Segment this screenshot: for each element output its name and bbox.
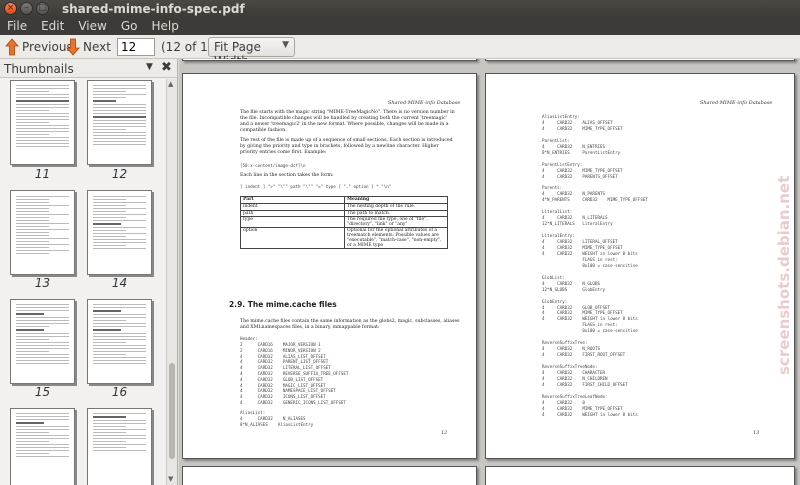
- thumbnail-page-11[interactable]: [10, 80, 75, 165]
- menu-go[interactable]: Go: [114, 18, 145, 35]
- chevron-down-icon: ▼: [282, 40, 289, 50]
- next-button[interactable]: Next: [66, 37, 111, 57]
- page-number: 13: [753, 430, 760, 436]
- scrollbar-thumb[interactable]: [169, 363, 175, 459]
- code-form: [ indent ] ">" "\"" path "\"" "=" type […: [240, 184, 392, 189]
- page-number: 12: [441, 430, 448, 436]
- thumbnail-list[interactable]: 11 12 13 14 15 16: [0, 79, 166, 485]
- thumbnail-label: 11: [34, 167, 51, 181]
- table-cell: The required file type, one of "file", "…: [344, 216, 448, 229]
- document-view[interactable]: Shared MIME-info Database The file start…: [179, 59, 800, 485]
- table-row: option Optional for the optional attribu…: [240, 227, 448, 250]
- menu-edit[interactable]: Edit: [34, 18, 71, 35]
- table-header-cell: Part: [240, 196, 345, 204]
- thumbnail-label: 16: [111, 385, 128, 399]
- menu-file[interactable]: File: [0, 18, 34, 35]
- code-example: [50:x-content/image-dcf]\n: [240, 163, 306, 168]
- pdf-page-13: Shared MIME-info Database AliasListEntry…: [485, 73, 795, 459]
- struct-definitions: AliasListEntry: 4 CARD32 ALIAS_OFFSET 4 …: [542, 114, 648, 417]
- header-struct-lines: 2 CARD16 MAJOR_VERSION 1 2 CARD16 MINOR_…: [240, 342, 349, 405]
- paragraph: Each line in the section takes the form:: [240, 173, 334, 178]
- spec-table: Part Meaning indent The nesting depth of…: [240, 196, 448, 250]
- sidebar-title[interactable]: Thumbnails: [4, 62, 74, 76]
- table-cell: type: [240, 216, 345, 229]
- page-header: Shared MIME-info Database: [700, 100, 773, 106]
- menu-view[interactable]: View: [71, 18, 113, 35]
- alias-struct-lines: 4 CARD32 N_ALIASES 8*N_ALIASES AliasList…: [240, 416, 314, 427]
- paragraph: The file starts with the magic string "M…: [240, 110, 455, 133]
- previous-button[interactable]: Previous: [5, 37, 73, 57]
- close-window-button[interactable]: ×: [4, 2, 17, 15]
- maximize-window-button[interactable]: □: [36, 2, 49, 15]
- section-title: 2.9. The mime.cache files: [229, 300, 337, 309]
- table-cell: option: [240, 227, 345, 250]
- sidebar-dropdown-icon[interactable]: ▼: [146, 62, 153, 72]
- thumbnail-label: 14: [111, 276, 128, 290]
- minimize-window-button[interactable]: –: [20, 2, 33, 15]
- table-header-row: Part Meaning: [240, 196, 448, 204]
- watermark-text: screenshots.debian.net: [775, 176, 793, 375]
- arrow-down-icon: [66, 38, 80, 56]
- zoom-select[interactable]: Fit Page Width ▼: [208, 37, 295, 68]
- window-title: shared-mime-info-spec.pdf: [62, 2, 245, 16]
- paragraph: The mime.cache files contain the same in…: [240, 319, 460, 330]
- table-row: indent The nesting depth of the rule.: [240, 202, 448, 211]
- page-12-sliver: [485, 59, 795, 61]
- table-cell: path: [240, 209, 345, 218]
- table-header-cell: Meaning: [344, 196, 448, 204]
- table-cell: The nesting depth of the rule.: [344, 202, 448, 211]
- page-13-preview: [182, 466, 477, 485]
- page-11-sliver: [182, 59, 477, 61]
- watermark: screenshots.debian.net: [774, 80, 796, 380]
- sidebar-header: Thumbnails ▼ ✖: [0, 59, 177, 78]
- table-cell: Optional for the optional attributes of …: [344, 227, 448, 250]
- sidebar-scrollbar[interactable]: ▲ ▼: [166, 79, 177, 485]
- thumbnail-page-14[interactable]: [87, 190, 152, 275]
- header-label: Header:: [240, 336, 258, 341]
- thumbnail-label: 12: [111, 167, 128, 181]
- table-row: path The path to match.: [240, 209, 448, 218]
- window-titlebar: × – □ shared-mime-info-spec.pdf: [0, 0, 800, 18]
- thumbnail-label: 15: [34, 385, 51, 399]
- page-14-preview: [485, 466, 795, 485]
- thumbnail-page-16[interactable]: [87, 299, 152, 384]
- pdf-page-12: Shared MIME-info Database The file start…: [182, 73, 477, 459]
- thumbnail-page-12[interactable]: [87, 80, 152, 165]
- close-sidebar-icon[interactable]: ✖: [161, 60, 172, 75]
- next-label: Next: [83, 40, 111, 54]
- thumbnail-page-17[interactable]: [10, 408, 75, 485]
- menu-bar: File Edit View Go Help: [0, 18, 800, 35]
- arrow-up-icon: [5, 38, 19, 56]
- page-number-input[interactable]: 12: [117, 38, 155, 56]
- thumbnail-label: 13: [34, 276, 51, 290]
- paragraph: The rest of the file is made up of a seq…: [240, 138, 453, 155]
- thumbnail-page-15[interactable]: [10, 299, 75, 384]
- thumbnails-sidebar: Thumbnails ▼ ✖ 11 12 13 14 15 16 ▲ ▼: [0, 59, 178, 485]
- scroll-up-icon[interactable]: ▲: [168, 80, 173, 88]
- table-cell: indent: [240, 202, 345, 211]
- menu-help[interactable]: Help: [144, 18, 185, 35]
- table-row: type The required file type, one of "fil…: [240, 216, 448, 229]
- alias-label: AliasList:: [240, 410, 266, 415]
- thumbnail-page-18[interactable]: [87, 408, 152, 485]
- scroll-down-icon[interactable]: ▼: [168, 475, 173, 483]
- thumbnail-page-13[interactable]: [10, 190, 75, 275]
- toolbar: Previous Next 12 (12 of 18) Fit Page Wid…: [0, 35, 800, 68]
- table-cell: The path to match.: [344, 209, 448, 218]
- page-header: Shared MIME-info Database: [388, 100, 461, 106]
